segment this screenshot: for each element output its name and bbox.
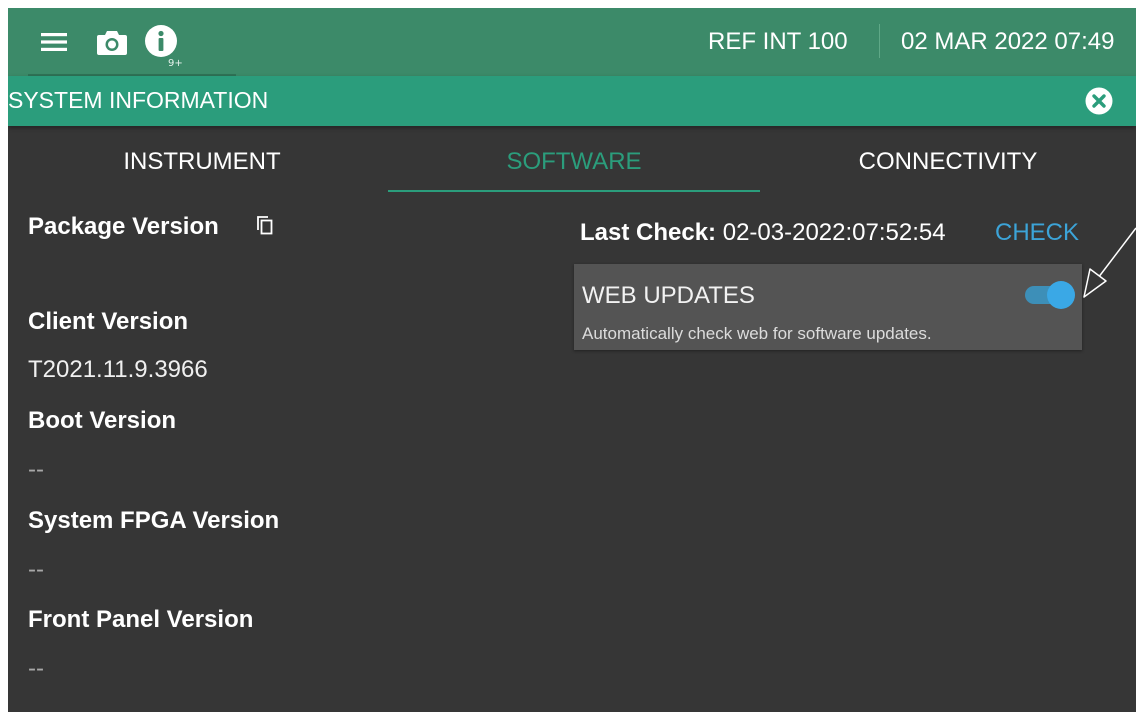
front-panel-version-value: --	[28, 655, 44, 682]
header-divider	[879, 24, 880, 58]
date-time-display: 02 MAR 2022 07:49	[901, 28, 1115, 55]
reference-status[interactable]: REF INT 100	[708, 28, 848, 56]
info-icon[interactable]	[142, 22, 180, 60]
page-title: SYSTEM INFORMATION	[8, 87, 269, 113]
camera-icon[interactable]	[94, 24, 130, 60]
boot-version-label: Boot Version	[28, 407, 177, 434]
web-updates-description: Automatically check web for software upd…	[582, 324, 932, 343]
last-check-value: 02-03-2022:07:52:54	[722, 219, 946, 246]
tab-instrument[interactable]: INSTRUMENT	[8, 148, 396, 188]
client-version-value: T2021.11.9.3966	[28, 356, 208, 383]
system-fpga-version-value: --	[28, 556, 44, 583]
notification-count-badge: 9+	[168, 58, 183, 69]
system-information-screen: 9+ REF INT 100 02 MAR 2022 07:49 SYSTEM …	[8, 8, 1136, 712]
front-panel-version-label: Front Panel Version	[28, 606, 254, 633]
callout-arrow-icon	[1083, 227, 1136, 298]
title-bar: SYSTEM INFORMATION	[8, 76, 1136, 126]
package-version-label: Package Version	[28, 213, 219, 240]
close-icon[interactable]	[1084, 86, 1114, 116]
system-fpga-version-label: System FPGA Version	[28, 507, 280, 534]
web-updates-title: WEB UPDATES	[582, 282, 755, 309]
last-check-label: Last Check:	[580, 219, 717, 246]
tab-connectivity[interactable]: CONNECTIVITY	[760, 148, 1136, 188]
hamburger-menu-icon[interactable]	[38, 26, 70, 58]
active-tab-indicator	[388, 190, 760, 192]
copy-icon[interactable]	[254, 214, 276, 236]
client-version-label: Client Version	[28, 308, 189, 335]
top-bar: 9+ REF INT 100 02 MAR 2022 07:49	[8, 8, 1136, 77]
last-check-status: Last Check: 02-03-2022:07:52:54	[580, 219, 946, 247]
web-updates-card: WEB UPDATES Automatically check web for …	[574, 264, 1082, 350]
boot-version-value: --	[28, 456, 44, 483]
tab-software[interactable]: SOFTWARE	[388, 148, 760, 188]
